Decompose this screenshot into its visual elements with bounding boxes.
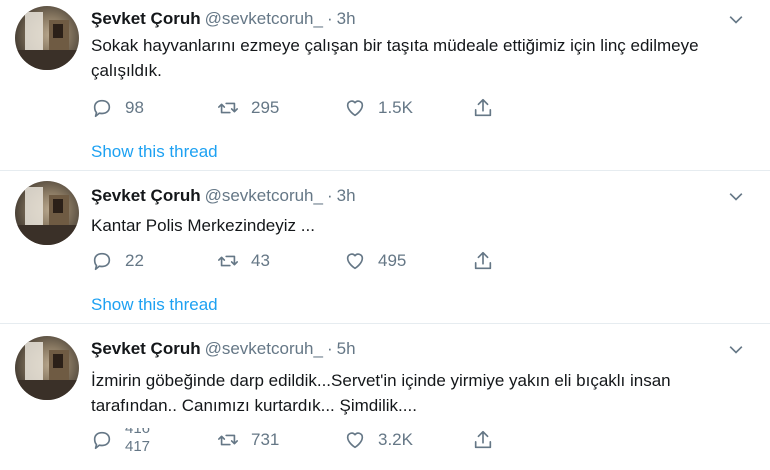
show-thread-link[interactable]: Show this thread [91, 294, 218, 316]
retweet-count: 731 [251, 430, 280, 449]
separator-dot: · [326, 186, 333, 205]
display-name[interactable]: Şevket Çoruh [91, 339, 201, 358]
reply-icon [93, 252, 111, 271]
like-count: 495 [378, 251, 407, 270]
user-handle[interactable]: @sevketcoruh_ [205, 186, 323, 205]
like-button[interactable]: 1.5K [344, 96, 413, 120]
share-button[interactable] [472, 96, 506, 120]
chevron-down-icon[interactable] [726, 340, 746, 360]
show-thread-link[interactable]: Show this thread [91, 141, 218, 163]
tweet-text: İzmirin göbeğinde darp edildik...Servet'… [91, 371, 671, 415]
chevron-down-icon[interactable] [726, 187, 746, 207]
user-handle[interactable]: @sevketcoruh_ [205, 339, 323, 358]
reply-count-rolling: 416 417 [125, 428, 165, 452]
retweet-count: 295 [251, 98, 280, 117]
timestamp[interactable]: 3h [337, 9, 356, 28]
avatar[interactable] [15, 336, 79, 400]
retweet-button[interactable]: 731 [217, 428, 279, 452]
tweet-1[interactable]: Şevket Çoruh @sevketcoruh_ · 3h Sokak hayva… [0, 0, 770, 171]
like-count: 3.2K [378, 430, 413, 449]
retweet-icon [218, 102, 238, 114]
tweet-actions: 22 43 495 [91, 249, 531, 273]
retweet-icon [218, 255, 238, 267]
timestamp[interactable]: 3h [337, 186, 356, 205]
tweet-actions: 98 295 1.5K [91, 96, 531, 120]
share-button[interactable] [472, 428, 506, 452]
share-icon [474, 98, 492, 117]
tweet-3[interactable]: Şevket Çoruh @sevketcoruh_ · 5h İzmirin göb… [0, 324, 770, 470]
chevron-down-icon[interactable] [726, 10, 746, 30]
user-handle[interactable]: @sevketcoruh_ [205, 9, 323, 28]
reply-button[interactable]: 416 417 [91, 428, 165, 452]
reply-button[interactable]: 22 [91, 249, 144, 273]
tweet-feed: Şevket Çoruh @sevketcoruh_ · 3h Sokak hayva… [0, 0, 770, 470]
retweet-button[interactable]: 295 [217, 96, 279, 120]
display-name[interactable]: Şevket Çoruh [91, 9, 201, 28]
like-count: 1.5K [378, 98, 413, 117]
reply-icon [93, 431, 111, 450]
like-button[interactable]: 495 [344, 249, 406, 273]
separator-dot: · [326, 339, 333, 358]
avatar[interactable] [15, 6, 79, 70]
reply-count: 417 [125, 438, 151, 452]
heart-icon [346, 432, 364, 449]
reply-count: 22 [125, 251, 144, 270]
heart-icon [346, 253, 364, 270]
separator-dot: · [326, 9, 333, 28]
share-icon [474, 251, 492, 270]
heart-icon [346, 100, 364, 117]
tweet-text: Sokak hayvanlarını ezmeye çalışan bir ta… [91, 36, 699, 80]
tweet-header: Şevket Çoruh @sevketcoruh_ · 3h [91, 8, 356, 30]
avatar[interactable] [15, 181, 79, 245]
tweet-header: Şevket Çoruh @sevketcoruh_ · 3h [91, 185, 356, 207]
tweet-header: Şevket Çoruh @sevketcoruh_ · 5h [91, 338, 356, 360]
reply-button[interactable]: 98 [91, 96, 144, 120]
reply-count-previous: 416 [125, 428, 151, 437]
timestamp[interactable]: 5h [337, 339, 356, 358]
display-name[interactable]: Şevket Çoruh [91, 186, 201, 205]
tweet-text: Kantar Polis Merkezindeyiz ... [91, 216, 315, 235]
reply-count: 98 [125, 98, 144, 117]
share-icon [474, 430, 492, 449]
reply-icon [93, 99, 111, 118]
tweet-actions: 416 417 731 3.2K [91, 428, 531, 452]
retweet-button[interactable]: 43 [217, 249, 270, 273]
share-button[interactable] [472, 249, 506, 273]
like-button[interactable]: 3.2K [344, 428, 413, 452]
retweet-count: 43 [251, 251, 270, 270]
retweet-icon [218, 434, 238, 446]
tweet-2[interactable]: Şevket Çoruh @sevketcoruh_ · 3h Kantar Poli… [0, 171, 770, 324]
